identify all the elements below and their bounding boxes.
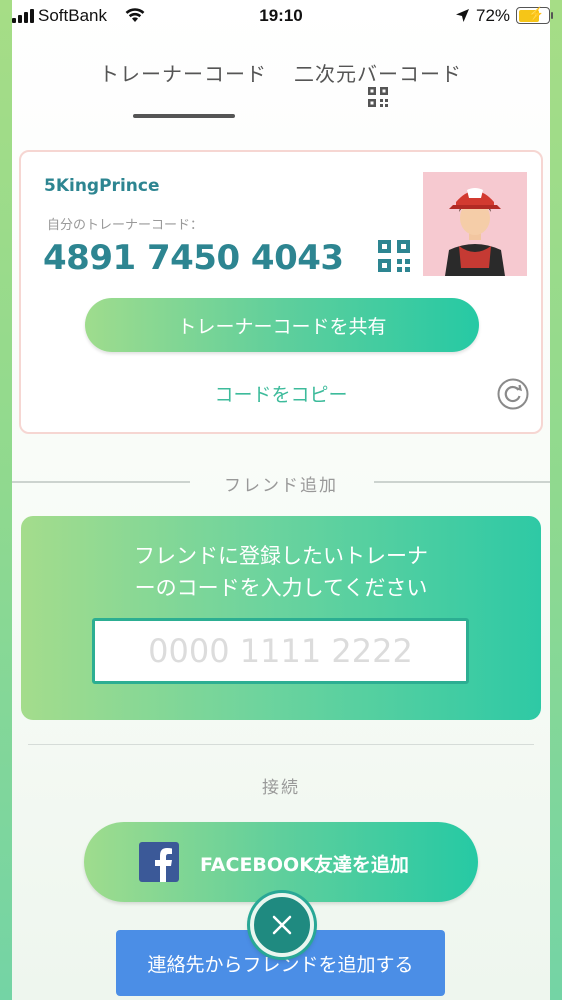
tab-qr-code[interactable]: 二次元バーコード (294, 58, 462, 87)
trainer-card: 5KingPrince 自分のトレーナーコード： 4891 7450 4043 … (19, 150, 543, 434)
status-bar: SoftBank 19:10 72% ⚡ (0, 0, 562, 34)
refresh-icon[interactable] (497, 378, 529, 410)
qr-code-icon[interactable] (378, 240, 410, 272)
battery-cap (551, 12, 553, 19)
location-arrow-icon (456, 9, 469, 22)
trainer-code-label: 自分のトレーナーコード： (47, 218, 204, 233)
prompt-line-2: ーのコードを入力してください (134, 576, 428, 600)
friend-code-box: フレンドに登録したいトレーナ ーのコードを入力してください (21, 516, 541, 720)
tab-trainer-code[interactable]: トレーナーコード (99, 58, 267, 87)
connect-divider (28, 744, 534, 745)
battery-percent: 72% (476, 6, 511, 25)
active-tab-indicator (133, 114, 235, 118)
close-button[interactable] (250, 893, 314, 957)
friend-add-divider: フレンド追加 (12, 471, 550, 496)
facebook-button-label: FACEBOOK友達を追加 (200, 854, 409, 876)
share-code-button[interactable]: トレーナーコードを共有 (85, 298, 479, 352)
add-facebook-friends-button[interactable]: FACEBOOK友達を追加 (84, 822, 478, 902)
connect-heading: 接続 (262, 778, 300, 798)
right-frame (550, 0, 562, 1000)
friend-code-input[interactable] (92, 618, 469, 684)
friend-code-prompt: フレンドに登録したいトレーナ ーのコードを入力してください (21, 540, 541, 604)
qr-code-icon[interactable] (368, 87, 388, 107)
facebook-icon (139, 842, 179, 882)
prompt-line-1: フレンドに登録したいトレーナ (134, 544, 428, 568)
friend-add-heading: フレンド追加 (224, 476, 338, 496)
close-icon (272, 915, 292, 935)
trainer-code: 4891 7450 4043 (43, 238, 344, 278)
charging-bolt-icon: ⚡ (527, 6, 545, 22)
trainer-name: 5KingPrince (44, 176, 160, 196)
left-frame (0, 0, 12, 1000)
trainer-avatar (423, 172, 527, 276)
copy-code-link[interactable]: コードをコピー (21, 380, 541, 407)
